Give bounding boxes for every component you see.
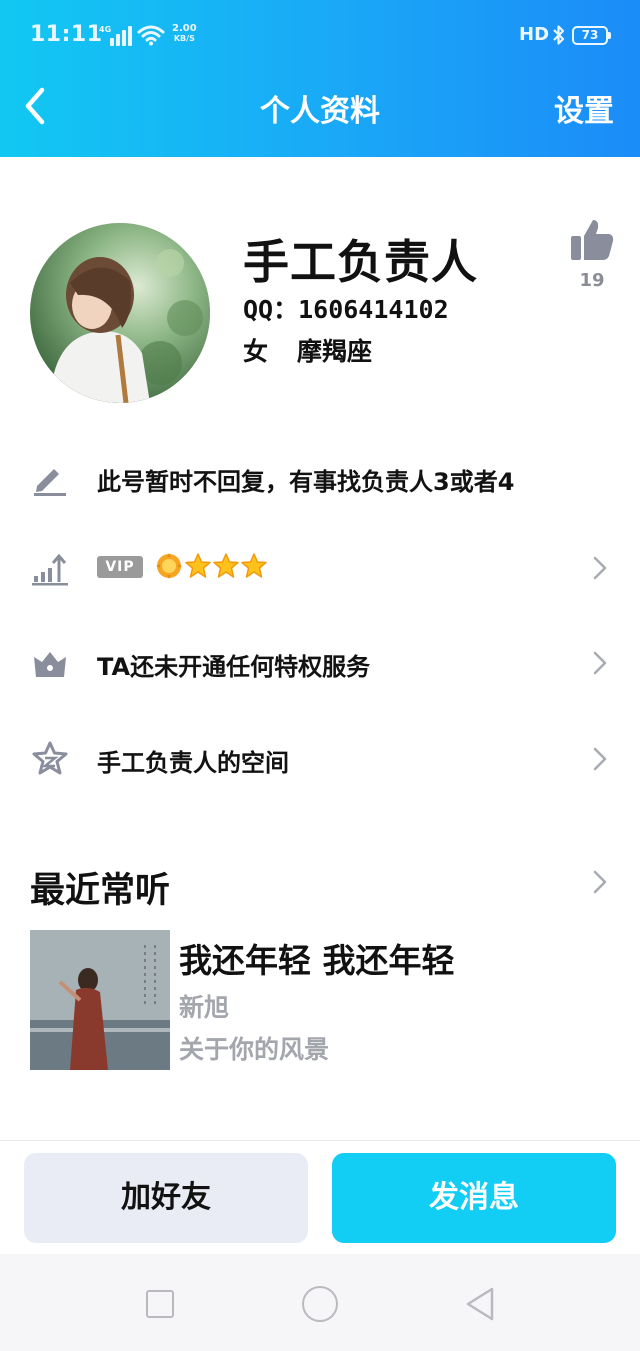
star-icon [212,552,240,580]
vip-level-row[interactable]: VIP [0,538,640,598]
thumbs-up-icon[interactable] [569,218,615,262]
chevron-right-icon [593,651,607,675]
album-cover[interactable] [30,930,170,1070]
battery-indicator: 73 [572,26,611,45]
signature-row: 此号暂时不回复，有事找负责人3或者4 [0,448,640,508]
settings-button[interactable]: 设置 [554,86,614,130]
zodiac: 摩羯座 [297,337,373,366]
star-icon [240,552,268,580]
header: 11:11 4G 2.00 KB/S HD 73 个人资料 设置 [0,0,640,157]
qzone-text: 手工负责人的空间 [97,749,289,777]
privilege-text: TA还未开通任何特权服务 [97,653,371,681]
pencil-icon [34,469,66,496]
avatar-photo [30,223,210,403]
avatar[interactable] [30,223,210,403]
album-cover-art [30,930,170,1070]
recent-apps-icon[interactable] [146,1290,174,1318]
song-album: 关于你的风景 [179,1035,330,1064]
send-message-button[interactable]: 发消息 [332,1153,616,1243]
vip-badge: VIP [97,556,143,578]
hd-indicator: HD [519,24,550,45]
profile-name: 手工负责人 [243,235,478,289]
page-title: 个人资料 [260,94,380,129]
system-nav-bar [0,1254,640,1351]
qzone-row[interactable]: 手工负责人的空间 [0,729,640,789]
crown-icon [34,652,66,677]
status-bar: 11:11 4G 2.00 KB/S HD 73 [0,0,640,70]
network-speed: 2.00 KB/S [172,23,197,43]
star-icon [184,552,212,580]
signal-icon [100,24,132,46]
back-triangle-icon[interactable] [464,1286,496,1322]
song-title[interactable]: 我还年轻 我还年轻 [179,934,455,982]
song-artist: 新旭 [179,993,230,1022]
privilege-row[interactable]: TA还未开通任何特权服务 [0,633,640,693]
chevron-right-icon [593,747,607,771]
recent-title: 最近常听 [30,871,171,911]
wifi-icon [137,25,165,46]
qq-number: QQ：1606414102 [243,295,449,324]
gender: 女 [243,337,269,366]
add-friend-button[interactable]: 加好友 [24,1153,308,1243]
bluetooth-icon [553,25,565,45]
signature-text: 此号暂时不回复，有事找负责人3或者4 [97,468,515,496]
status-time: 11:11 [30,22,103,47]
chevron-right-icon[interactable] [590,868,610,896]
chevron-right-icon [593,556,607,580]
sun-icon [155,552,183,580]
level-chart-icon [32,553,68,586]
space-star-icon [32,741,68,775]
like-count: 19 [579,270,605,291]
home-icon[interactable] [302,1286,338,1322]
